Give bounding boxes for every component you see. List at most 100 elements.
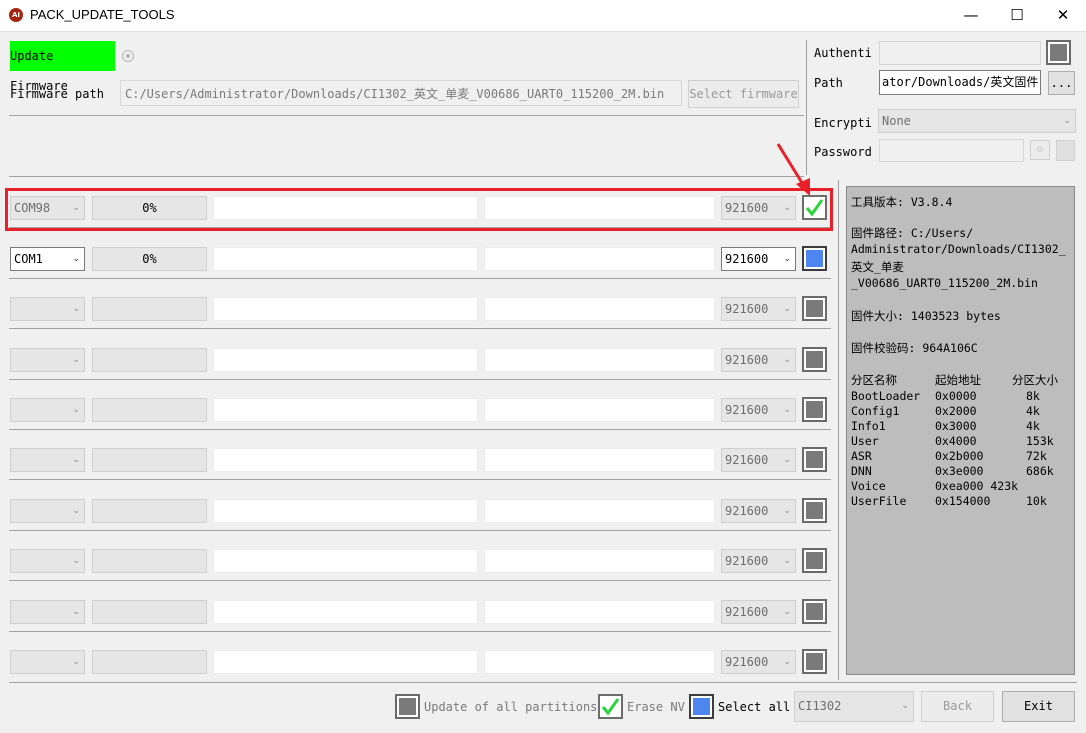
select-firmware-button[interactable]: Select firmware — [688, 80, 799, 108]
chevron-down-icon: ⌄ — [72, 405, 80, 415]
authentic-input[interactable] — [879, 41, 1041, 65]
title-bar: AI PACK_UPDATE_TOOLS — ☐ ✕ — [0, 0, 1086, 32]
baud-rate-select[interactable]: 921600 ⌄ — [721, 348, 796, 372]
baud-rate-select[interactable]: 921600 ⌄ — [721, 650, 796, 674]
update-all-partitions-checkbox[interactable] — [395, 694, 420, 719]
com-port-select[interactable]: ⌄ — [10, 297, 85, 321]
port-enable-checkbox[interactable] — [802, 498, 827, 523]
row-divider — [9, 278, 831, 279]
com-port-select[interactable]: ⌄ — [10, 348, 85, 372]
chevron-down-icon: ⌄ — [72, 657, 80, 667]
message-field — [484, 448, 715, 472]
partition-cell: 4k — [1026, 419, 1040, 433]
password-option-button[interactable] — [1056, 140, 1075, 161]
firmware-path-input[interactable]: C:/Users/Administrator/Downloads/CI1302_… — [120, 80, 682, 106]
firmware-info-panel: 工具版本: V3.8.4 固件路径: C:/Users/ Administrat… — [846, 186, 1075, 675]
select-all-checkbox[interactable] — [689, 694, 714, 719]
port-enable-checkbox[interactable] — [802, 246, 827, 271]
baud-rate-select[interactable]: 921600 ⌄ — [721, 549, 796, 573]
baud-rate-select[interactable]: 921600 ⌄ — [721, 297, 796, 321]
port-enable-checkbox[interactable] — [802, 397, 827, 422]
progress-indicator — [92, 448, 207, 472]
partition-header: 分区名称 — [851, 373, 897, 387]
com-port-select[interactable]: ⌄ — [10, 448, 85, 472]
com-port-select[interactable]: COM1 ⌄ — [10, 247, 85, 271]
status-field — [213, 348, 478, 372]
progress-indicator: 0% — [92, 247, 207, 271]
browse-button[interactable]: ... — [1048, 71, 1075, 95]
chevron-down-icon: ⌄ — [783, 506, 791, 516]
row-divider — [9, 429, 831, 430]
partition-cell: 0x2b000 — [935, 449, 984, 463]
chevron-down-icon: ⌄ — [72, 304, 80, 314]
partition-cell: 0x2000 — [935, 404, 977, 418]
authentic-checkbox[interactable] — [1046, 40, 1071, 65]
chevron-down-icon: ⌄ — [72, 506, 80, 516]
partition-cell: 0xea000 423k — [935, 479, 1019, 493]
row-divider — [9, 379, 831, 380]
maximize-button[interactable]: ☐ — [994, 0, 1040, 31]
baud-rate-select[interactable]: 921600 ⌄ — [721, 499, 796, 523]
app-icon: AI — [9, 8, 23, 22]
row-divider — [9, 631, 831, 632]
chevron-down-icon: ⌄ — [783, 455, 791, 465]
baud-rate-select[interactable]: 921600 ⌄ — [721, 448, 796, 472]
password-input[interactable] — [879, 139, 1024, 162]
auth-path-label: Path — [814, 76, 843, 90]
arrow-icon — [776, 143, 810, 196]
status-field — [213, 398, 478, 422]
minimize-button[interactable]: — — [948, 0, 994, 31]
baud-rate-select[interactable]: 921600 ⌄ — [721, 600, 796, 624]
chevron-down-icon: ⌄ — [72, 556, 80, 566]
baud-rate-value: 921600 — [725, 554, 769, 568]
port-enable-checkbox[interactable] — [802, 447, 827, 472]
chevron-down-icon: ⌄ — [72, 455, 80, 465]
update-firmware-radio-label[interactable]: Update Firmware — [10, 41, 115, 93]
fw-path-line: 英文_单麦 — [851, 260, 904, 274]
chip-value: CI1302 — [798, 699, 842, 713]
baud-rate-select[interactable]: 921600 ⌄ — [721, 398, 796, 422]
back-button[interactable]: Back — [921, 691, 994, 722]
erase-nv-checkbox[interactable] — [598, 694, 623, 719]
fw-checksum: 固件校验码: 964A106C — [851, 341, 978, 355]
com-port-select[interactable]: ⌄ — [10, 398, 85, 422]
partition-cell: 0x154000 — [935, 494, 991, 508]
status-field — [213, 499, 478, 523]
port-enable-checkbox[interactable] — [802, 649, 827, 674]
close-button[interactable]: ✕ — [1040, 0, 1086, 31]
baud-rate-select[interactable]: 921600 ⌄ — [721, 247, 796, 271]
progress-indicator — [92, 499, 207, 523]
com-port-select[interactable]: ⌄ — [10, 499, 85, 523]
auth-path-input[interactable]: ator/Downloads/英文固件 — [879, 70, 1041, 95]
partition-cell: 153k — [1026, 434, 1054, 448]
chip-select[interactable]: CI1302 ⌄ — [794, 691, 914, 722]
partition-cell: 0x3e000 — [935, 464, 984, 478]
progress-indicator — [92, 348, 207, 372]
port-enable-checkbox[interactable] — [802, 548, 827, 573]
status-field — [213, 650, 478, 674]
port-enable-checkbox[interactable] — [802, 599, 827, 624]
tool-version: 工具版本: V3.8.4 — [851, 195, 953, 209]
partition-cell: 4k — [1026, 404, 1040, 418]
partition-cell: DNN — [851, 464, 872, 478]
chevron-down-icon: ⌄ — [1063, 116, 1071, 126]
partition-cell: Info1 — [851, 419, 886, 433]
message-field — [484, 650, 715, 674]
encryption-select[interactable]: None ⌄ — [878, 109, 1076, 133]
fw-path-line: 固件路径: C:/Users/ — [851, 226, 974, 240]
partition-cell: 0x0000 — [935, 389, 977, 403]
fw-path-line: _V00686_UART0_115200_2M.bin — [851, 276, 1038, 290]
chevron-down-icon: ⌄ — [783, 556, 791, 566]
partition-cell: 10k — [1026, 494, 1047, 508]
show-password-icon[interactable]: ☉ — [1030, 140, 1050, 160]
divider — [9, 176, 804, 177]
port-enable-checkbox[interactable] — [802, 296, 827, 321]
port-enable-checkbox[interactable] — [802, 347, 827, 372]
com-port-select[interactable]: ⌄ — [10, 650, 85, 674]
com-port-select[interactable]: ⌄ — [10, 549, 85, 573]
row-divider — [9, 580, 831, 581]
com-port-select[interactable]: ⌄ — [10, 600, 85, 624]
chevron-down-icon: ⌄ — [783, 405, 791, 415]
exit-button[interactable]: Exit — [1002, 691, 1075, 722]
update-firmware-radio[interactable] — [122, 50, 134, 62]
